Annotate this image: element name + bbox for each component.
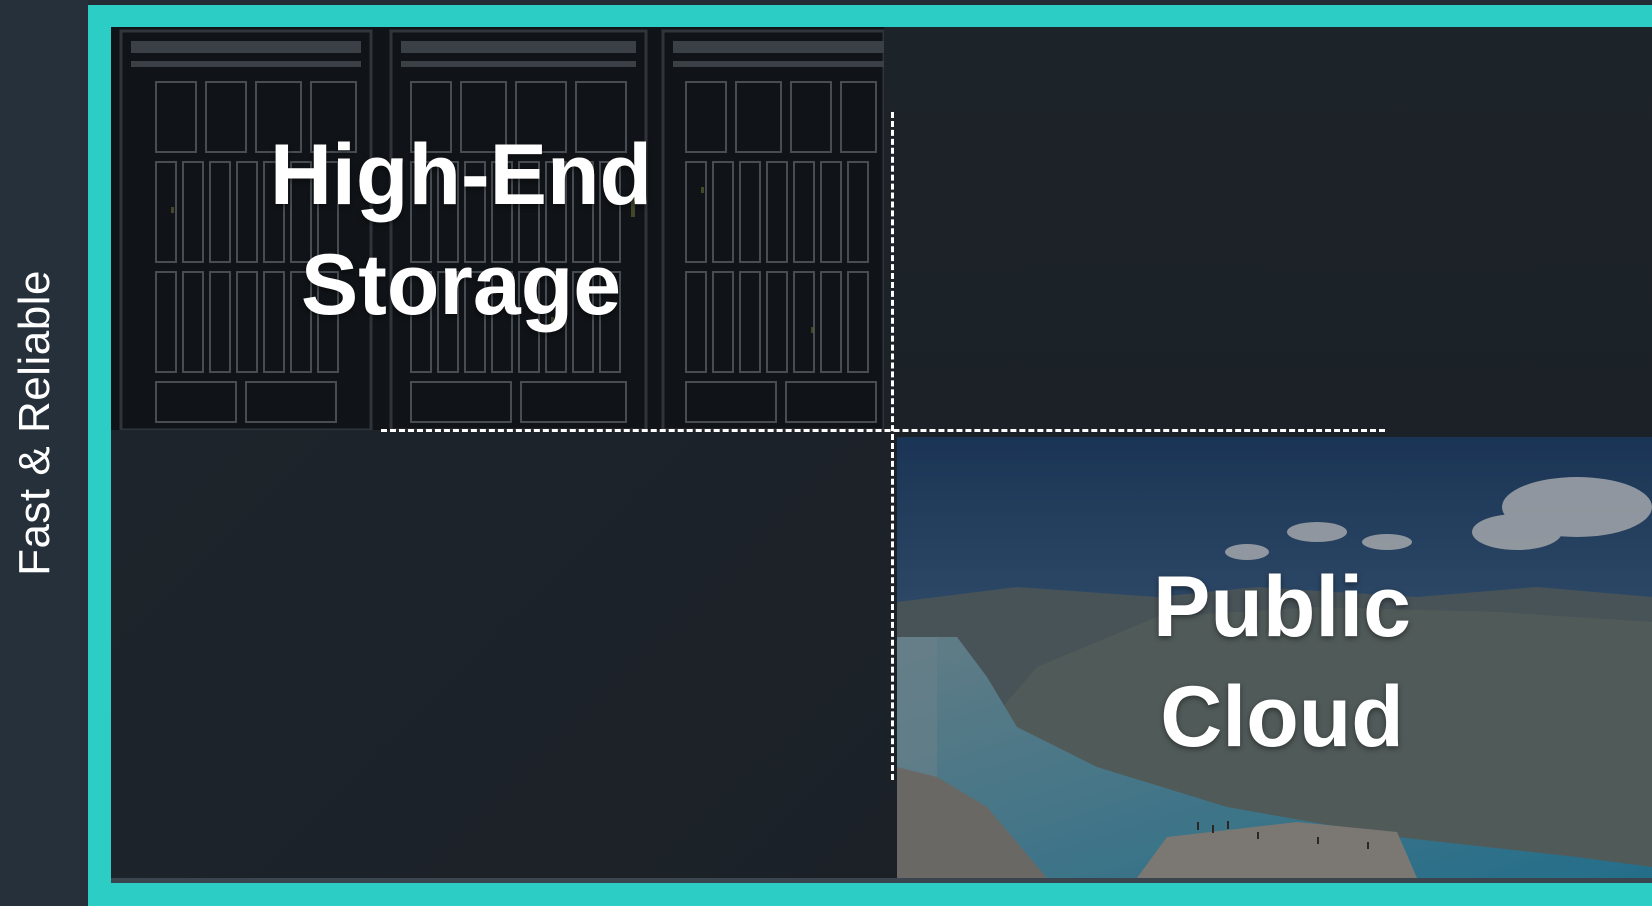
storage-title-line2: Storage [300,237,622,333]
cloud-title-line2: Cloud [1160,669,1404,765]
cloud-title-line1: Public [1152,559,1412,655]
slide: Fast & Reliable High-End Storage Public … [0,0,1652,906]
panel-bottom-edge [111,878,1652,883]
storage-quadrant: High-End Storage [111,27,884,430]
side-label: Fast & Reliable [10,270,59,576]
empty-quadrant-bottom-left [111,430,897,883]
storage-title: High-End Storage [251,120,671,340]
cloud-quadrant: Public Cloud [897,437,1652,878]
empty-quadrant-top-right [884,27,1652,437]
side-strip: Fast & Reliable [0,0,88,906]
storage-title-line1: High-End [269,127,653,223]
cloud-title: Public Cloud [1117,552,1447,772]
vertical-dashed-divider [891,112,894,780]
quadrant-panel: High-End Storage Public Cloud [111,27,1652,883]
horizontal-dashed-divider [381,429,1385,432]
